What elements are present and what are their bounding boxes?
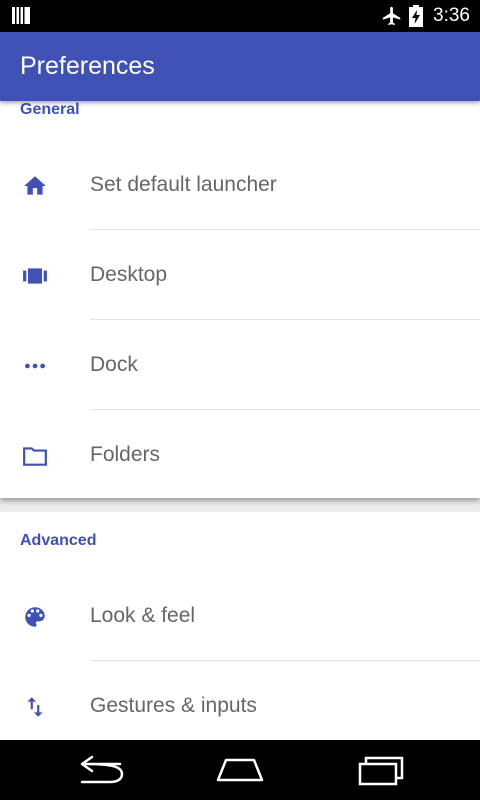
status-bar: 3:36	[0, 0, 480, 32]
home-icon	[24, 176, 46, 195]
pref-item-label: Set default launcher	[90, 173, 277, 196]
palette-icon	[25, 607, 45, 627]
recents-icon[interactable]	[352, 752, 412, 788]
home-nav-icon[interactable]	[210, 752, 270, 788]
airplane-mode-icon	[382, 6, 401, 26]
status-time: 3:36	[433, 5, 470, 26]
pref-item-label: Folders	[90, 443, 161, 466]
back-icon[interactable]	[70, 752, 130, 788]
pref-item-label: Dock	[90, 353, 138, 376]
page-title: Preferences	[20, 52, 155, 80]
pref-item-label: Desktop	[90, 263, 168, 286]
pref-item-label: Look & feel	[90, 604, 196, 627]
pref-item-desktop[interactable]: Desktop	[0, 230, 480, 320]
folder-icon	[23, 447, 47, 466]
advanced-section: Advanced Look & feel Gestures & inputs	[0, 512, 480, 740]
pref-item-dock[interactable]: Dock	[0, 320, 480, 410]
pref-item-label: Gestures & inputs	[90, 694, 257, 717]
swap-vert-icon	[27, 697, 43, 717]
more-horiz-icon	[25, 363, 45, 369]
notification-icon	[12, 7, 30, 24]
battery-charging-icon	[409, 5, 424, 27]
pref-item-set-default-launcher[interactable]: Set default launcher	[0, 140, 480, 230]
pref-item-gestures-inputs[interactable]: Gestures & inputs	[0, 661, 480, 751]
status-icons: 3:36	[381, 0, 470, 32]
section-header-advanced: Advanced	[20, 532, 97, 549]
section-header-general: General	[20, 101, 80, 118]
pref-item-look-and-feel[interactable]: Look & feel	[0, 571, 480, 661]
app-bar: Preferences	[0, 32, 480, 101]
desktop-icon	[23, 268, 47, 284]
pref-item-folders[interactable]: Folders	[0, 410, 480, 500]
general-section: General Set default launcher Desktop Doc…	[0, 101, 480, 498]
navigation-bar	[0, 740, 480, 800]
